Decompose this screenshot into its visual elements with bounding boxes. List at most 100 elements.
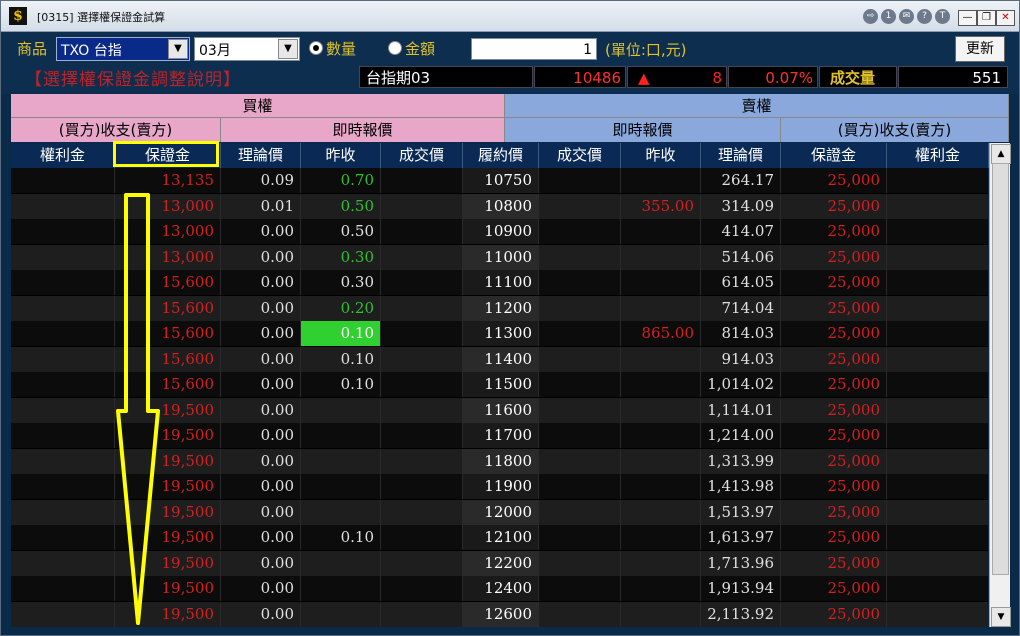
table-row[interactable]: 19,500 0.00 11700 1,214.00 25,000	[11, 423, 988, 448]
table-row[interactable]: 15,600 0.00 0.10 11300 865.00 814.03 25,000	[11, 321, 988, 346]
amount-radio[interactable]	[388, 41, 402, 55]
cell-strike: 10750	[463, 168, 539, 193]
col-header-call-premium[interactable]: 權利金	[11, 143, 115, 168]
put-header: 賣權	[505, 94, 1009, 118]
cell-call-theo: 0.00	[221, 296, 301, 321]
maximize-button[interactable]: ❐	[977, 10, 996, 26]
cell-put-margin: 25,000	[781, 321, 887, 346]
table-row[interactable]: 19,500 0.00 12200 1,713.96 25,000	[11, 551, 988, 576]
cell-put-premium	[887, 474, 988, 499]
col-header-put-theo[interactable]: 理論價	[701, 143, 781, 168]
cell-put-prev-close	[621, 525, 701, 550]
table-row[interactable]: 15,600 0.00 0.20 11200 714.04 25,000	[11, 296, 988, 321]
toolbar: 商品 TXO 台指 ▼ 03月 ▼ 數量 金額 1 (單位:口,元) 更新	[1, 32, 1019, 64]
table-row[interactable]: 13,135 0.09 0.70 10750 264.17 25,000	[11, 168, 988, 193]
refresh-button[interactable]: 更新	[955, 36, 1005, 62]
cell-call-prev-close	[301, 551, 381, 576]
link-icon[interactable]: ⇨	[863, 9, 878, 24]
cell-call-premium	[11, 194, 115, 219]
scroll-thumb[interactable]	[992, 163, 1009, 575]
cell-call-theo: 0.00	[221, 525, 301, 550]
cell-call-theo: 0.00	[221, 398, 301, 423]
cell-put-premium	[887, 321, 988, 346]
table-row[interactable]: 19,500 0.00 11800 1,313.99 25,000	[11, 449, 988, 474]
cell-put-theo: 1,214.00	[701, 423, 781, 448]
cell-strike: 12200	[463, 551, 539, 576]
cell-put-last	[539, 449, 621, 474]
cell-call-theo: 0.00	[221, 270, 301, 295]
cell-call-theo: 0.00	[221, 449, 301, 474]
col-header-put-premium[interactable]: 權利金	[887, 143, 989, 168]
cell-call-theo: 0.00	[221, 423, 301, 448]
t-icon[interactable]: T	[935, 9, 950, 24]
table-row[interactable]: 19,500 0.00 12600 2,113.92 25,000	[11, 602, 988, 627]
cell-call-last	[381, 500, 463, 525]
col-header-call-prev-close[interactable]: 昨收	[301, 143, 381, 168]
scroll-down-icon[interactable]: ▼	[991, 607, 1011, 627]
put-quote-header: 即時報價	[505, 118, 781, 142]
margin-notice-link[interactable]: 【選擇權保證金調整說明】	[25, 65, 241, 90]
month-value: 03月	[199, 43, 231, 59]
change-percent: 0.07%	[728, 66, 818, 88]
col-header-put-margin[interactable]: 保證金	[781, 143, 887, 168]
cell-call-margin: 19,500	[115, 449, 221, 474]
cell-put-margin: 25,000	[781, 245, 887, 270]
cell-call-margin: 15,600	[115, 296, 221, 321]
table-row[interactable]: 13,000 0.00 0.50 10900 414.07 25,000	[11, 219, 988, 244]
cell-strike: 11500	[463, 372, 539, 397]
cell-call-premium	[11, 168, 115, 193]
cell-put-prev-close	[621, 168, 701, 193]
col-header-call-last[interactable]: 成交價	[381, 143, 463, 168]
col-header-put-prev-close[interactable]: 昨收	[621, 143, 701, 168]
quantity-input[interactable]: 1	[471, 38, 597, 60]
close-button[interactable]: ✕	[996, 10, 1015, 26]
table-row[interactable]: 13,000 0.01 0.50 10800 355.00 314.09 25,000	[11, 194, 988, 219]
cell-put-theo: 1,014.02	[701, 372, 781, 397]
vertical-scrollbar[interactable]: ▲ ▼	[989, 143, 1011, 627]
minimize-button[interactable]: —	[958, 10, 977, 26]
chevron-down-icon[interactable]: ▼	[168, 39, 188, 59]
col-header-put-last[interactable]: 成交價	[539, 143, 621, 168]
cell-strike: 11600	[463, 398, 539, 423]
table-row[interactable]: 19,500 0.00 12000 1,513.97 25,000	[11, 500, 988, 525]
cell-call-premium	[11, 474, 115, 499]
cell-put-premium	[887, 423, 988, 448]
cell-call-prev-close: 0.10	[301, 372, 381, 397]
amount-radio-label[interactable]: 金額	[405, 38, 435, 59]
scroll-up-icon[interactable]: ▲	[991, 144, 1011, 164]
table-row[interactable]: 19,500 0.00 11900 1,413.98 25,000	[11, 474, 988, 499]
col-header-call-margin[interactable]: 保證金	[115, 143, 221, 168]
col-header-strike[interactable]: 履約價	[463, 143, 539, 168]
option-chain-table: 13,135 0.09 0.70 10750 264.17 25,000 13,000 0.0…	[11, 168, 988, 627]
cell-call-last	[381, 321, 463, 346]
cell-put-premium	[887, 194, 988, 219]
col-header-call-theo[interactable]: 理論價	[221, 143, 301, 168]
quantity-radio[interactable]	[309, 41, 323, 55]
cell-call-margin: 15,600	[115, 347, 221, 372]
quantity-radio-label[interactable]: 數量	[326, 38, 356, 59]
table-row[interactable]: 13,000 0.00 0.30 11000 514.06 25,000	[11, 245, 988, 270]
table-row[interactable]: 19,500 0.00 12400 1,913.94 25,000	[11, 576, 988, 601]
month-select[interactable]: 03月 ▼	[194, 37, 300, 61]
cell-call-prev-close: 0.30	[301, 245, 381, 270]
mail-icon[interactable]: ✉	[899, 9, 914, 24]
cell-call-margin: 19,500	[115, 525, 221, 550]
table-row[interactable]: 19,500 0.00 11600 1,114.01 25,000	[11, 398, 988, 423]
table-row[interactable]: 15,600 0.00 0.10 11400 914.03 25,000	[11, 347, 988, 372]
table-row[interactable]: 15,600 0.00 0.30 11100 614.05 25,000	[11, 270, 988, 295]
product-select[interactable]: TXO 台指 ▼	[56, 37, 190, 61]
cell-call-last	[381, 194, 463, 219]
one-icon[interactable]: 1	[881, 9, 896, 24]
help-icon[interactable]: ?	[917, 9, 932, 24]
cell-call-prev-close	[301, 449, 381, 474]
cell-strike: 11700	[463, 423, 539, 448]
cell-strike: 10800	[463, 194, 539, 219]
cell-put-theo: 1,413.98	[701, 474, 781, 499]
cell-put-theo: 2,113.92	[701, 602, 781, 627]
table-row[interactable]: 15,600 0.00 0.10 11500 1,014.02 25,000	[11, 372, 988, 397]
cell-call-margin: 15,600	[115, 270, 221, 295]
chevron-down-icon[interactable]: ▼	[278, 39, 298, 59]
cell-call-last	[381, 423, 463, 448]
cell-put-theo: 1,613.97	[701, 525, 781, 550]
table-row[interactable]: 19,500 0.00 0.10 12100 1,613.97 25,000	[11, 525, 988, 550]
